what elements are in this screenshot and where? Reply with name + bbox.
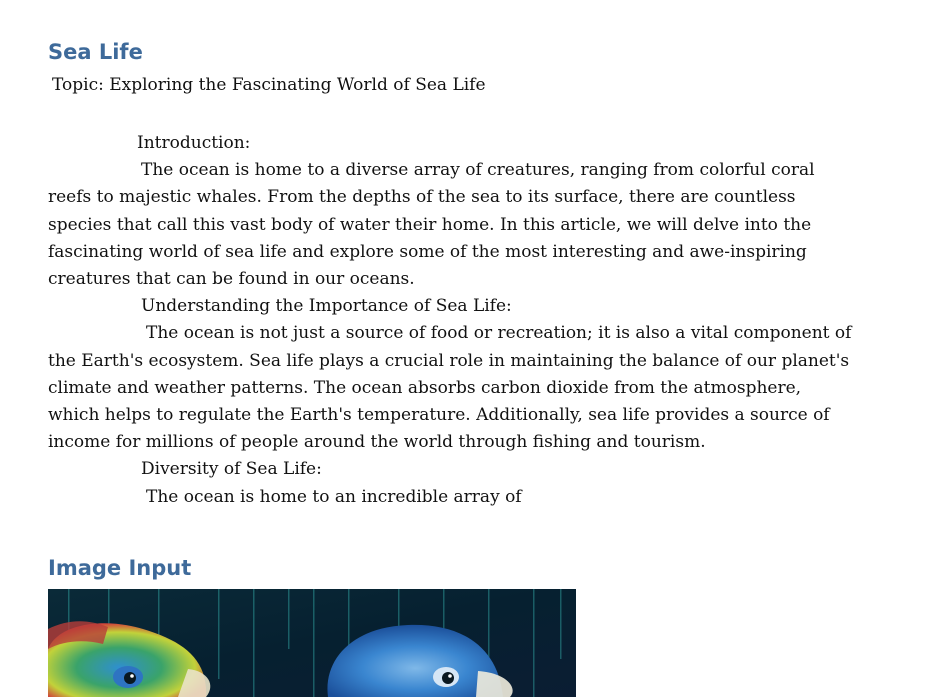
image-section-title: Image Input (48, 556, 192, 580)
importance-line: the Earth's ecosystem. Sea life plays a … (48, 350, 850, 371)
importance-line: climate and weather patterns. The ocean … (48, 377, 802, 398)
importance-line: The ocean is not just a source of food o… (146, 323, 852, 344)
document-title: Sea Life (48, 40, 143, 64)
importance-line: which helps to regulate the Earth's temp… (48, 405, 830, 426)
article-body: Introduction: The ocean is home to a div… (48, 130, 852, 511)
diversity-line: The ocean is home to an incredible array… (146, 486, 522, 507)
input-image (48, 589, 576, 697)
intro-line: creatures that can be found in our ocean… (48, 269, 415, 290)
intro-line: species that call this vast body of wate… (48, 214, 812, 235)
parrots-illustration (48, 589, 576, 697)
importance-line: income for millions of people around the… (48, 432, 706, 453)
intro-line: The ocean is home to a diverse array of … (141, 160, 815, 181)
diversity-heading: Diversity of Sea Life: (141, 459, 322, 480)
topic-line: Topic: Exploring the Fascinating World o… (52, 75, 486, 95)
intro-heading: Introduction: (137, 133, 251, 153)
intro-line: fascinating world of sea life and explor… (48, 241, 807, 262)
intro-line: reefs to majestic whales. From the depth… (48, 187, 796, 208)
importance-heading: Understanding the Importance of Sea Life… (141, 296, 512, 317)
